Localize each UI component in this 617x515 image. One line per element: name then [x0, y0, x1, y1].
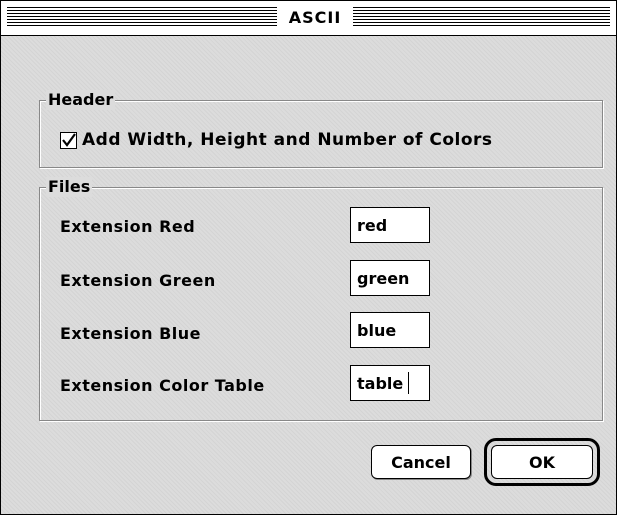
extension-green-field[interactable]	[350, 260, 430, 296]
dialog-window: ASCII Header Add Width, Height and Numbe…	[0, 0, 617, 515]
extension-red-field[interactable]	[350, 207, 430, 243]
ok-button[interactable]: OK	[491, 445, 593, 479]
extension-color-table-field[interactable]	[350, 365, 430, 401]
add-dimensions-checkbox[interactable]	[60, 131, 77, 149]
add-dimensions-label: Add Width, Height and Number of Colors	[82, 130, 493, 150]
window-title: ASCII	[288, 8, 342, 27]
files-group-title: Files	[46, 177, 93, 197]
header-groupbox: Header Add Width, Height and Number of C…	[39, 90, 603, 168]
extension-blue-label: Extension Blue	[60, 324, 202, 343]
extension-blue-field[interactable]	[350, 312, 430, 348]
title-bar[interactable]: ASCII	[1, 1, 616, 36]
cancel-button[interactable]: Cancel	[371, 445, 471, 479]
add-dimensions-checkbox-row[interactable]: Add Width, Height and Number of Colors	[60, 129, 493, 151]
text-caret	[408, 372, 409, 394]
title-bar-stripes-right	[353, 7, 610, 28]
extension-red-label: Extension Red	[60, 217, 196, 236]
title-bar-stripes-left	[7, 7, 277, 28]
header-group-title: Header	[46, 90, 116, 110]
files-groupbox: Files Extension Red Extension Green Exte…	[39, 177, 603, 421]
checkmark-icon	[62, 132, 76, 147]
extension-green-label: Extension Green	[60, 271, 216, 290]
extension-color-table-label: Extension Color Table	[60, 376, 265, 395]
